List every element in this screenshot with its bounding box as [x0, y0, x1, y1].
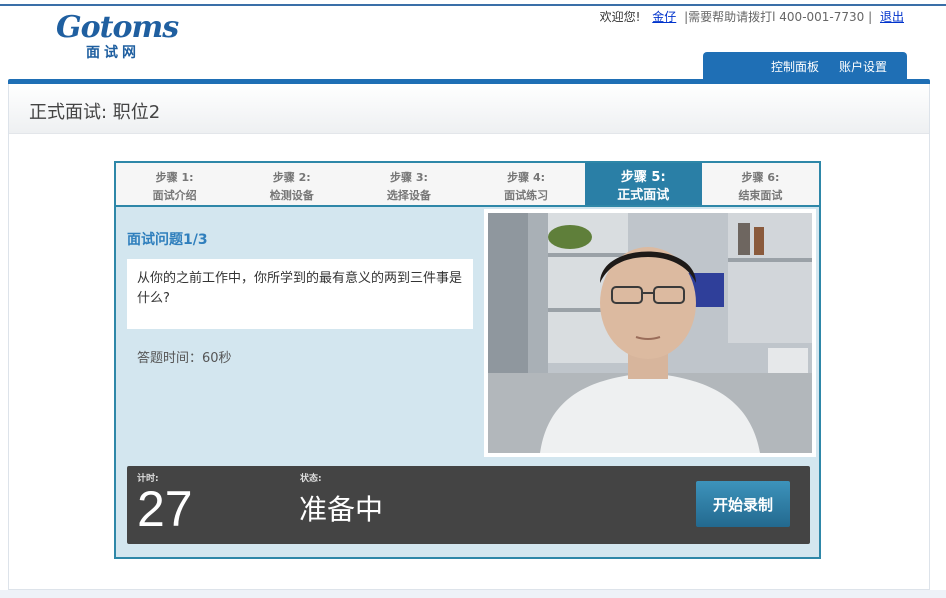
control-bar: 计时: 27 状态: 准备中 开始录制 — [127, 466, 810, 544]
step-number: 步骤 6: — [741, 171, 780, 184]
step-5-active: 步骤 5: 正式面试 — [584, 163, 702, 205]
step-number: 步骤 2: — [272, 171, 311, 184]
step-3: 步骤 3: 选择设备 — [350, 163, 467, 205]
step-number: 步骤 3: — [389, 171, 428, 184]
start-recording-button[interactable]: 开始录制 — [696, 481, 790, 527]
step-label: 正式面试 — [617, 188, 670, 203]
step-label: 选择设备 — [386, 189, 431, 202]
step-label: 检测设备 — [269, 189, 314, 202]
step-number: 步骤 4: — [507, 171, 546, 184]
question-area: 面试问题1/3 从你的之前工作中，你所学到的最有意义的两到三件事是什么? 答题时… — [116, 207, 480, 465]
webcam-feed — [488, 213, 812, 453]
logo-subtitle: 面试网 — [86, 45, 140, 61]
nav-tabs: 控制面板 账户设置 — [703, 52, 907, 80]
footer-band — [0, 590, 946, 598]
interview-panel: 步骤 1: 面试介绍 步骤 2: 检测设备 步骤 3: 选择设备 步骤 4: 面… — [114, 161, 821, 559]
timer-value: 27 — [137, 481, 193, 537]
step-number: 步骤 5: — [620, 170, 666, 185]
status-label: 状态: — [300, 474, 322, 484]
answer-time: 答题时间：60秒 — [137, 351, 232, 366]
status-value: 准备中 — [299, 493, 384, 526]
logout-link[interactable]: 退出 — [880, 10, 904, 24]
step-2: 步骤 2: 检测设备 — [233, 163, 350, 205]
top-line — [0, 4, 946, 6]
step-6: 步骤 6: 结束面试 — [702, 163, 819, 205]
step-number: 步骤 1: — [155, 171, 194, 184]
user-link[interactable]: 金仔 — [652, 10, 676, 24]
nav-account-settings[interactable]: 账户设置 — [839, 58, 887, 75]
question-title: 面试问题1/3 — [127, 232, 208, 248]
step-1: 步骤 1: 面试介绍 — [116, 163, 233, 205]
step-4: 步骤 4: 面试练习 — [468, 163, 585, 205]
question-text: 从你的之前工作中，你所学到的最有意义的两到三件事是什么? — [127, 259, 473, 329]
top-bar: 欢迎您! 金仔 |需要帮助请拨打l 400-001-7730 | 退出 — [600, 8, 904, 25]
step-label: 面试介绍 — [152, 189, 197, 202]
logo[interactable]: Gotoms 面试网 — [56, 10, 179, 62]
nav-dashboard[interactable]: 控制面板 — [771, 58, 819, 75]
step-label: 面试练习 — [504, 189, 549, 202]
welcome-text: 欢迎您! — [599, 10, 641, 24]
logo-text: Gotoms — [56, 10, 179, 45]
webcam-image — [488, 213, 812, 453]
step-label: 结束面试 — [738, 189, 783, 202]
step-bar: 步骤 1: 面试介绍 步骤 2: 检测设备 步骤 3: 选择设备 步骤 4: 面… — [116, 163, 819, 207]
page-header: 正式面试: 职位2 — [9, 84, 929, 134]
help-text: |需要帮助请拨打l 400-001-7730 | — [684, 10, 873, 24]
page-title: 正式面试: 职位2 — [29, 102, 161, 123]
webcam-video — [484, 209, 816, 457]
